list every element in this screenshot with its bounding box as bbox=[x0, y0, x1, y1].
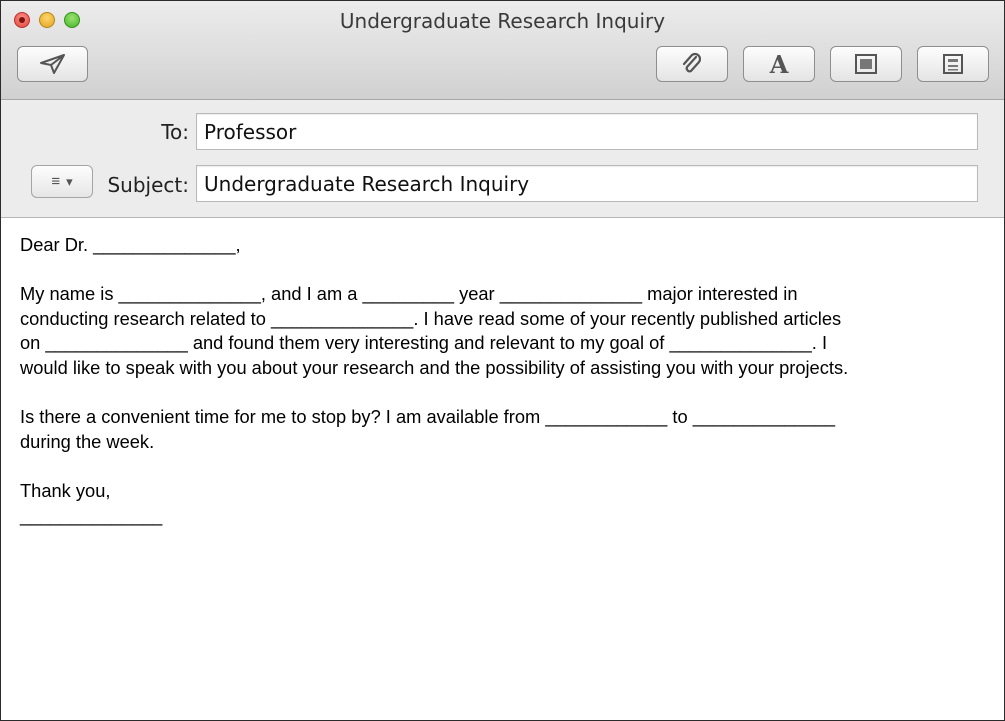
header-options-button[interactable]: ≡ ▾ bbox=[31, 165, 93, 198]
attach-button[interactable] bbox=[656, 46, 728, 82]
list-icon: ≡ bbox=[51, 173, 61, 190]
body-line: Is there a convenient time for me to sto… bbox=[20, 406, 836, 428]
message-body[interactable]: Dear Dr. ______________, My name is ____… bbox=[20, 233, 990, 553]
paper-plane-icon bbox=[39, 53, 67, 75]
window-title: Undergraduate Research Inquiry bbox=[339, 9, 666, 33]
subject-label: Subject: bbox=[107, 173, 189, 197]
title-bar: Undergraduate Research Inquiry A bbox=[1, 1, 1004, 100]
body-line: would like to speak with you about your … bbox=[20, 356, 849, 378]
mail-compose-window: Undergraduate Research Inquiry A To: Pro… bbox=[0, 0, 1005, 721]
to-label: To: bbox=[161, 120, 189, 144]
body-line: conducting research related to _________… bbox=[20, 307, 842, 329]
chevron-down-icon: ▾ bbox=[66, 173, 73, 189]
message-headers: To: Professor ≡ ▾ Subject: Undergraduate… bbox=[1, 100, 1004, 218]
photo-browser-button[interactable] bbox=[830, 46, 902, 82]
font-A-icon: A bbox=[766, 52, 792, 76]
paperclip-icon bbox=[680, 52, 704, 76]
photo-browser-icon bbox=[854, 53, 878, 75]
subject-field[interactable]: Undergraduate Research Inquiry bbox=[196, 165, 978, 202]
greeting-line: Dear Dr. ______________, bbox=[20, 234, 241, 255]
signature-line: ______________ bbox=[20, 504, 163, 526]
body-line: on ______________ and found them very in… bbox=[20, 332, 828, 354]
stationery-icon bbox=[941, 53, 965, 75]
paragraph-intro: My name is ______________, and I am a __… bbox=[20, 282, 990, 380]
to-field[interactable]: Professor bbox=[196, 113, 978, 150]
stationery-button[interactable] bbox=[917, 46, 989, 82]
body-line: My name is ______________, and I am a __… bbox=[20, 283, 798, 305]
closing: Thank you, ______________ bbox=[20, 479, 990, 528]
body-line: during the week. bbox=[20, 430, 155, 452]
send-button[interactable] bbox=[17, 46, 88, 82]
fonts-button[interactable]: A bbox=[743, 46, 815, 82]
closing-line: Thank you, bbox=[20, 479, 111, 501]
svg-text:A: A bbox=[769, 52, 789, 76]
paragraph-availability: Is there a convenient time for me to sto… bbox=[20, 405, 990, 454]
